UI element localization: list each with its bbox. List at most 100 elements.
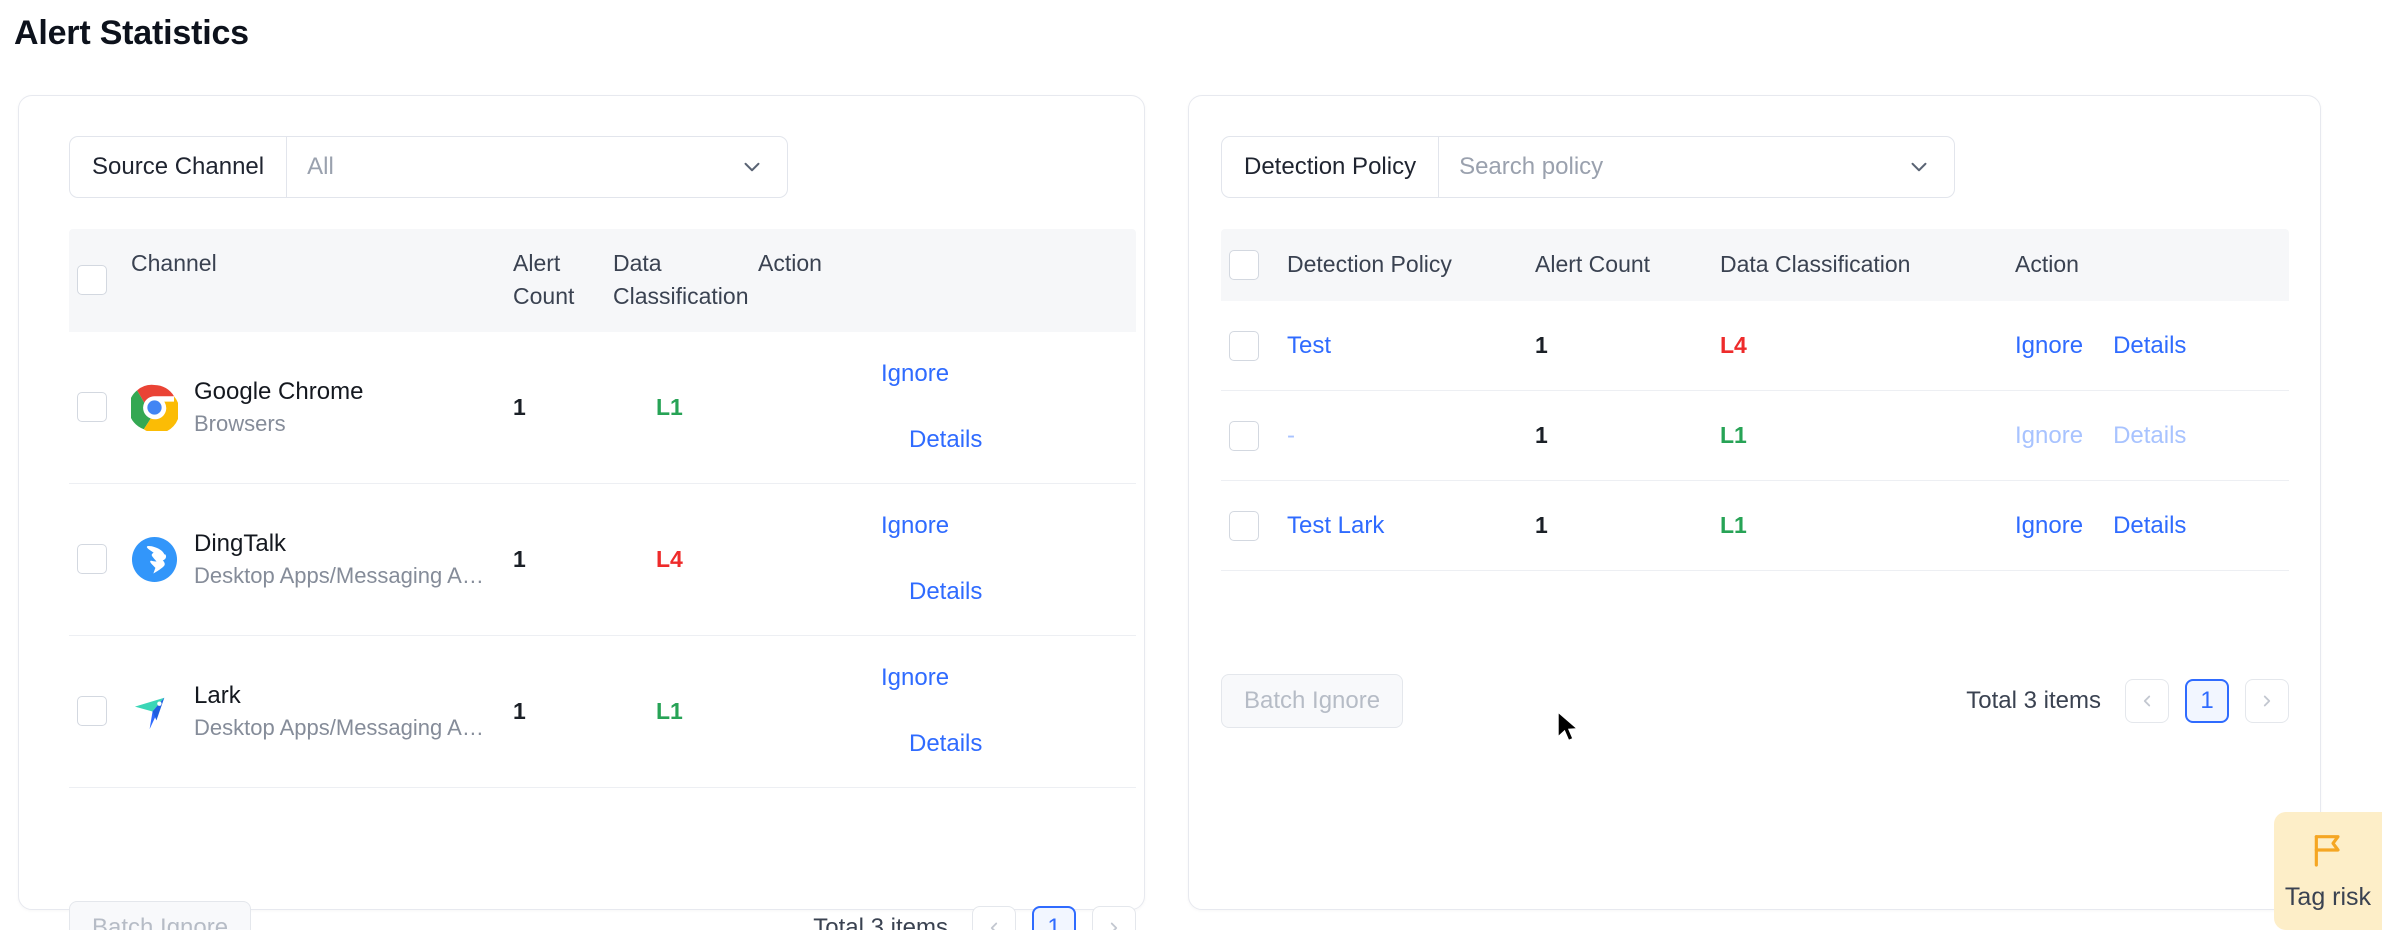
pagination: Total 3 items 1 xyxy=(813,906,1136,930)
policy-name-link[interactable]: Test Lark xyxy=(1287,512,1384,540)
pagination: Total 3 items 1 xyxy=(1966,679,2289,723)
details-link[interactable]: Details xyxy=(909,578,982,606)
tag-risk-widget[interactable]: Tag risk xyxy=(2274,812,2382,930)
details-link[interactable]: Details xyxy=(2113,422,2186,450)
checkbox-box[interactable] xyxy=(77,544,107,575)
page-title: Alert Statistics xyxy=(14,14,249,52)
channel-name: DingTalk xyxy=(194,529,287,557)
data-classification-badge: L4 xyxy=(656,545,683,572)
checkbox-box[interactable] xyxy=(77,265,107,296)
row-checkbox[interactable] xyxy=(69,392,131,423)
channel-cell: DingTalk Desktop Apps/Messaging A… xyxy=(131,530,513,589)
channel-category: Desktop Apps/Messaging A… xyxy=(194,562,484,588)
table-row[interactable]: - 1 L1 Ignore Details xyxy=(1221,391,2289,481)
detection-policy-panel: Detection Policy Search policy Detection… xyxy=(1188,95,2321,910)
ignore-link[interactable]: Ignore xyxy=(881,512,949,540)
channel-cell: Google Chrome Browsers xyxy=(128,377,513,437)
source-channel-panel: Source Channel All Channel Alert Count D… xyxy=(18,95,1145,930)
channel-table-header: Channel Alert Count Data Classification … xyxy=(69,229,1136,332)
google-chrome-icon xyxy=(128,384,180,434)
select-all-channels-checkbox[interactable] xyxy=(69,229,131,332)
checkbox-box[interactable] xyxy=(1229,330,1259,361)
detection-policy-table-footer: Batch Ignore Total 3 items 1 xyxy=(1221,674,2289,728)
pagination-page-1[interactable]: 1 xyxy=(2185,679,2229,723)
detection-policy-table-header: Detection Policy Alert Count Data Classi… xyxy=(1221,229,2289,301)
table-row[interactable]: Lark Desktop Apps/Messaging A… 1 L1 Igno… xyxy=(69,635,1136,788)
column-header-action: Action xyxy=(2015,251,2079,278)
checkbox-box[interactable] xyxy=(1229,250,1259,280)
lark-icon xyxy=(131,688,178,735)
ignore-link[interactable]: Ignore xyxy=(2015,332,2083,360)
ignore-link[interactable]: Ignore xyxy=(881,664,949,692)
data-classification-badge: L1 xyxy=(656,393,683,420)
alert-count-value: 1 xyxy=(1535,512,1548,538)
select-all-policies-checkbox[interactable] xyxy=(1221,250,1287,280)
alert-count-value: 1 xyxy=(513,545,526,572)
ignore-link[interactable]: Ignore xyxy=(2015,512,2083,540)
checkbox-box[interactable] xyxy=(77,696,107,727)
policy-name-link[interactable]: - xyxy=(1287,422,1295,450)
column-header-channel: Channel xyxy=(131,250,217,276)
data-classification-badge: L4 xyxy=(1720,332,1747,358)
data-classification-badge: L1 xyxy=(656,697,683,724)
alert-statistics-page: Alert Statistics Source Channel All Chan… xyxy=(0,0,2382,930)
chevron-right-icon[interactable] xyxy=(1092,906,1136,930)
pagination-total: Total 3 items xyxy=(1966,687,2101,714)
row-checkbox[interactable] xyxy=(1221,510,1287,541)
dingtalk-icon xyxy=(131,536,178,583)
channel-name: Lark xyxy=(194,681,241,709)
row-checkbox[interactable] xyxy=(1221,330,1287,361)
column-header-action: Action xyxy=(758,250,822,276)
chevron-right-icon[interactable] xyxy=(2245,679,2289,723)
column-header-alert-count: Alert Count xyxy=(1535,251,1651,278)
table-row[interactable]: Google Chrome Browsers 1 L1 Ignore Detai… xyxy=(69,331,1136,484)
source-channel-select-value[interactable]: All xyxy=(287,137,739,197)
detection-policy-filter[interactable]: Detection Policy Search policy xyxy=(1221,136,1955,198)
column-header-data-classification: Data Classification xyxy=(613,250,749,310)
chevron-down-icon[interactable] xyxy=(1906,137,1954,197)
column-header-data-classification: Data Classification xyxy=(1720,251,1911,278)
channel-category: Desktop Apps/Messaging A… xyxy=(194,714,484,740)
ignore-link[interactable]: Ignore xyxy=(2015,422,2083,450)
batch-ignore-button[interactable]: Batch Ignore xyxy=(69,901,252,930)
pagination-total: Total 3 items xyxy=(813,914,948,930)
alert-count-value: 1 xyxy=(513,697,526,724)
pagination-page-1[interactable]: 1 xyxy=(1032,906,1076,930)
details-link[interactable]: Details xyxy=(2113,512,2186,540)
chevron-left-icon[interactable] xyxy=(2125,679,2169,723)
channel-table-footer: Batch Ignore Total 3 items 1 xyxy=(69,901,1136,930)
table-row[interactable]: DingTalk Desktop Apps/Messaging A… 1 L4 … xyxy=(69,483,1136,636)
chevron-left-icon[interactable] xyxy=(972,906,1016,930)
alert-count-value: 1 xyxy=(1535,332,1548,358)
checkbox-box[interactable] xyxy=(77,392,107,423)
channel-table: Channel Alert Count Data Classification … xyxy=(69,229,1136,788)
channel-category: Browsers xyxy=(194,410,286,436)
policy-name-link[interactable]: Test xyxy=(1287,332,1331,360)
source-channel-filter-label: Source Channel xyxy=(70,137,288,197)
checkbox-box[interactable] xyxy=(1229,420,1259,451)
ignore-link[interactable]: Ignore xyxy=(881,360,949,388)
channel-name: Google Chrome xyxy=(194,377,364,405)
alert-count-value: 1 xyxy=(1535,422,1548,448)
detection-policy-search-value[interactable]: Search policy xyxy=(1439,137,1906,197)
channel-cell: Lark Desktop Apps/Messaging A… xyxy=(131,682,513,741)
flag-icon xyxy=(2308,830,2348,875)
source-channel-filter[interactable]: Source Channel All xyxy=(69,136,788,198)
row-checkbox[interactable] xyxy=(1221,420,1287,451)
details-link[interactable]: Details xyxy=(909,730,982,758)
alert-count-value: 1 xyxy=(513,393,526,420)
tag-risk-label: Tag risk xyxy=(2284,883,2372,911)
table-row[interactable]: Test Lark 1 L1 Ignore Details xyxy=(1221,481,2289,571)
detection-policy-filter-label: Detection Policy xyxy=(1222,137,1440,197)
row-checkbox[interactable] xyxy=(69,544,131,575)
table-row[interactable]: Test 1 L4 Ignore Details xyxy=(1221,301,2289,391)
batch-ignore-button[interactable]: Batch Ignore xyxy=(1221,674,1404,728)
data-classification-badge: L1 xyxy=(1720,422,1747,448)
column-header-alert-count: Alert Count xyxy=(513,250,575,310)
details-link[interactable]: Details xyxy=(2113,332,2186,360)
mouse-cursor xyxy=(1556,710,1582,748)
checkbox-box[interactable] xyxy=(1229,510,1259,541)
row-checkbox[interactable] xyxy=(69,696,131,727)
details-link[interactable]: Details xyxy=(909,426,982,454)
chevron-down-icon[interactable] xyxy=(739,137,787,197)
